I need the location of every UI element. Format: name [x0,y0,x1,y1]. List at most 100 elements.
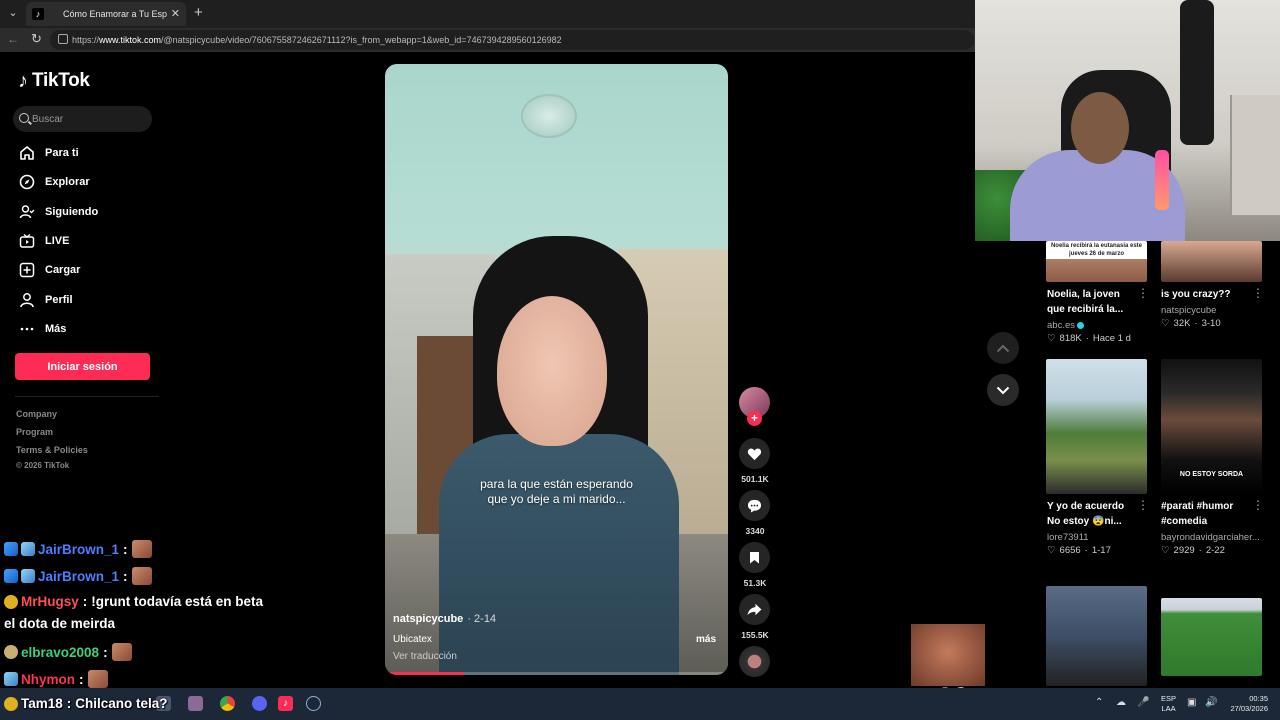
taskbar-clock[interactable]: 00:35 27/03/2026 [1226,694,1268,714]
next-video-button[interactable] [987,374,1019,406]
rec-video-thumbnail[interactable] [1161,598,1262,676]
chat-text: el dota de meirda [4,616,116,631]
sidebar-item-para-ti[interactable]: Para ti [18,143,79,163]
translate-link[interactable]: Ver traducción [393,651,457,662]
rec-video-thumbnail[interactable] [1046,586,1147,686]
webcam-shelf [1230,95,1280,215]
chat-badge-icon [4,672,18,686]
comment-button[interactable] [739,490,770,521]
rec-video-author[interactable]: lore73911 [1047,532,1089,543]
meta-separator: · [1085,333,1089,344]
share-button[interactable] [739,594,770,625]
sidebar-item-label: Explorar [45,176,90,188]
live-icon [18,233,35,250]
sidebar-item-label: Cargar [45,264,81,276]
webcam-rgb-light [1155,150,1169,210]
footer-link-company[interactable]: Company [16,409,57,419]
rec-video-meta: ♡ 818K · Hace 1 d [1047,333,1131,344]
rec-video-thumbnail[interactable]: NO ESTOY SORDA [1161,359,1262,494]
chat-badge-icon [4,542,18,556]
more-options-icon[interactable]: ⋮ [1252,498,1264,512]
back-arrow-icon[interactable]: ← [7,32,19,46]
follow-plus-icon[interactable]: + [747,411,762,426]
like-button[interactable] [739,438,770,469]
sidebar-item-mas[interactable]: Más [18,319,66,339]
footer-link-terms[interactable]: Terms & Policies [16,445,88,455]
chat-username: elbravo2008 [21,644,100,660]
emote-overlay-image [911,624,985,686]
taskbar-app-icon[interactable] [188,696,203,711]
rec-video-thumbnail[interactable] [1161,241,1262,282]
chat-message: Tam18 : Chilcano tela? [4,696,168,711]
music-disc-icon[interactable] [739,646,770,677]
network-icon[interactable]: ▣ [1187,697,1196,708]
save-button[interactable] [739,542,770,573]
rec-video-meta: ♡ 32K · 3-10 [1161,318,1221,329]
rec-video-thumbnail[interactable]: Noelia recibirá la eutanasia este jueves… [1046,241,1147,282]
webcam-punching-bag [1180,0,1214,145]
tab-close-icon[interactable]: ✕ [171,7,180,20]
discord-icon[interactable] [252,696,267,711]
url-path: /@natspicycube/video/7606755872462671112… [161,35,562,45]
video-date: · 2-14 [467,613,497,625]
url-text[interactable]: https://www.tiktok.com/@natspicycube/vid… [72,35,562,45]
more-options-icon[interactable]: ⋮ [1137,286,1149,300]
sidebar-item-perfil[interactable]: Perfil [18,290,73,310]
previous-video-button[interactable] [987,332,1019,364]
rec-video-title[interactable]: Noelia, la joven que recibirá la... [1047,287,1137,317]
sidebar-item-label: Más [45,323,67,335]
site-info-icon[interactable] [58,34,68,44]
chat-text: Chilcano tela? [75,696,168,711]
video-player[interactable]: para la que están esperando que yo deje … [385,64,728,675]
tiktok-app-icon[interactable]: ♪ [278,696,293,711]
more-options-icon[interactable]: ⋮ [1252,286,1264,300]
sidebar-item-cargar[interactable]: Cargar [18,260,80,280]
browser-tab[interactable]: ♪ Cómo Enamorar a Tu Esposo: ✕ [26,2,186,26]
rec-video-author[interactable]: abc.es [1047,320,1084,331]
tab-title: Cómo Enamorar a Tu Esposo: [63,9,167,19]
video-progress-bar[interactable] [385,672,728,675]
tray-chevron-up-icon[interactable]: ⌃ [1095,697,1103,708]
sidebar-item-label: Para ti [45,147,79,159]
chat-message: Nhymon : [4,670,108,688]
thumbnail-text: Noelia recibirá la eutanasia este jueves… [1046,241,1147,259]
verified-icon [1077,321,1084,329]
rec-video-title[interactable]: #parati #humor #comedia [1161,499,1251,529]
search-input[interactable] [32,111,142,127]
login-button[interactable]: Iniciar sesión [15,353,150,380]
tray-app-icon[interactable]: ☁ [1116,697,1126,708]
chat-separator: : [82,594,88,609]
rec-video-title[interactable]: is you crazy?? [1161,287,1251,302]
upload-icon [18,262,35,279]
screen: ⌄ ♪ Cómo Enamorar a Tu Esposo: ✕ + ← ↻ h… [0,0,1280,720]
chat-separator: : [123,568,128,584]
rec-video-author[interactable]: natspicycube [1161,305,1216,316]
volume-icon[interactable]: 🔊 [1205,697,1217,708]
chat-emote-icon [111,643,132,661]
author-name: natspicycube [393,613,464,625]
clock-time: 00:35 [1249,694,1268,703]
search-box[interactable] [13,106,152,132]
sidebar-item-siguiendo[interactable]: Siguiendo [18,202,98,222]
rec-video-title[interactable]: Y yo de acuerdo No estoy 😨ni... [1047,499,1137,529]
tab-list-chevron-icon[interactable]: ⌄ [4,4,22,22]
steam-icon[interactable] [306,696,321,711]
reload-icon[interactable]: ↻ [31,31,42,47]
new-tab-icon[interactable]: + [194,4,203,22]
tiktok-logo[interactable]: ♪ TikTok [18,70,90,92]
microphone-icon[interactable]: 🎤 [1137,697,1149,708]
address-bar[interactable]: https://www.tiktok.com/@natspicycube/vid… [50,30,974,50]
video-author[interactable]: natspicycube · 2-14 [393,613,496,625]
rec-video-author[interactable]: bayrondavidgarciaher... [1161,532,1260,543]
sidebar-item-live[interactable]: LIVE [18,231,69,251]
home-icon [18,145,35,162]
sidebar-item-explorar[interactable]: Explorar [18,172,90,192]
footer-link-program[interactable]: Program [16,427,53,437]
chrome-icon[interactable] [220,696,235,711]
browser-tabbar: ⌄ ♪ Cómo Enamorar a Tu Esposo: ✕ + [0,0,976,28]
rec-video-thumbnail[interactable] [1046,359,1147,494]
more-button[interactable]: más [696,634,716,645]
webcam-overlay [975,0,1280,241]
more-options-icon[interactable]: ⋮ [1137,498,1149,512]
language-indicator[interactable]: ESP LAA [1161,694,1176,714]
